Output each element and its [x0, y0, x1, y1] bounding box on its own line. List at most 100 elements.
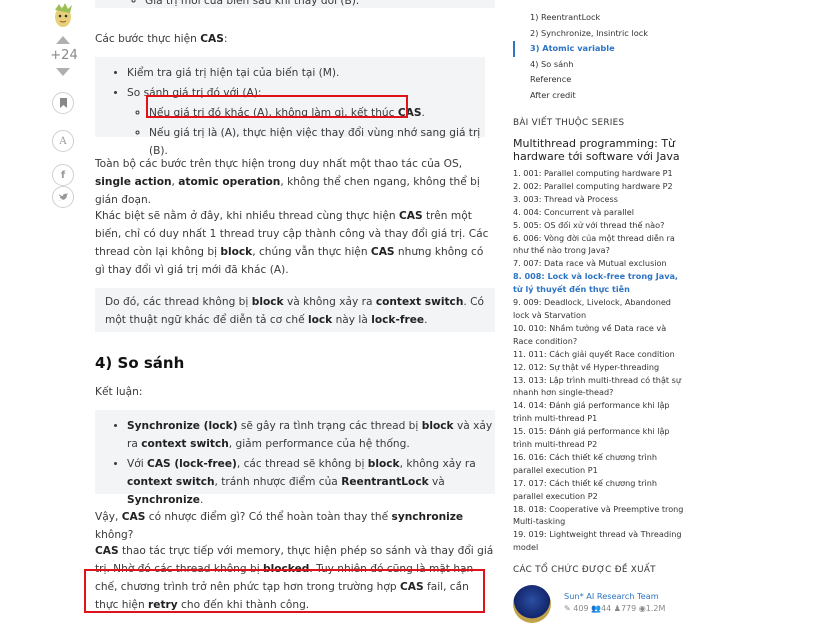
series-item[interactable]: 6. 006: Vòng đời của một thread diễn ra … — [513, 232, 688, 258]
table-of-contents: 1) ReentrantLock 2) Synchronize, Insintri… — [513, 10, 688, 103]
text: Do đó, các thread không bị — [105, 296, 249, 308]
bold-text: context switch — [375, 296, 464, 308]
toc-item[interactable]: 2) Synchronize, Insintric lock — [513, 26, 688, 42]
bold-cas: CAS — [399, 210, 423, 222]
members-count: 44 — [601, 604, 612, 613]
bold-cas: CAS — [121, 511, 146, 523]
share-twitter-button[interactable] — [52, 186, 74, 208]
text: này là — [335, 314, 368, 326]
list-item: Synchronize (lock) sẽ gây ra tình trạng … — [127, 417, 495, 453]
toc-item[interactable]: After credit — [513, 88, 688, 104]
twitter-icon — [58, 192, 68, 200]
text: , chúng vẫn thực hiện — [252, 246, 368, 258]
list-item: Kiểm tra giá trị hiện tại của biến tại (… — [127, 64, 485, 82]
bold-text: lock-free — [371, 314, 425, 326]
font-size-icon: A — [59, 135, 67, 147]
users-icon: 👥 — [591, 604, 602, 613]
bold-text: block — [421, 420, 454, 432]
series-item[interactable]: 19. 019: Lightweight thread và Threading… — [513, 528, 688, 554]
highlight-box — [146, 95, 408, 118]
text: Vậy, — [95, 511, 119, 523]
text: và không xảy ra — [286, 296, 373, 308]
quote-box: Do đó, các thread không bị block và khôn… — [95, 288, 495, 332]
posts-count: 409 — [573, 604, 589, 613]
bold-text: atomic operation — [178, 176, 281, 188]
text: , tránh nhược điểm của — [214, 476, 338, 488]
followers-count: 779 — [620, 604, 637, 613]
share-facebook-button[interactable]: f — [52, 164, 74, 186]
bold-text: context switch — [141, 438, 229, 450]
text: Khác biệt sẽ nằm ở đây, khi nhiều thread… — [95, 210, 396, 222]
list-item: Giá trị mới của biến sau khi thay đổi (B… — [145, 0, 495, 10]
org-card[interactable]: Sun* AI Research Team ✎ 409 👥44 ♟779 ◉1.… — [513, 585, 688, 623]
series-item[interactable]: 3. 003: Thread và Process — [513, 193, 688, 206]
steps-title: Các bước thực hiện CAS: — [95, 33, 228, 45]
toc-item[interactable]: Reference — [513, 72, 688, 88]
bold-text: lock — [307, 314, 333, 326]
series-item[interactable]: 15. 015: Đánh giá performance khi lập tr… — [513, 425, 688, 451]
series-item[interactable]: 17. 017: Cách thiết kế chương trình para… — [513, 477, 688, 503]
bold-cas: CAS — [370, 246, 395, 258]
bookmark-icon — [59, 98, 67, 108]
text: sẽ gây ra tình trạng các thread bị — [240, 420, 419, 432]
bold-text: Synchronize — [127, 494, 200, 506]
upvote-icon[interactable] — [56, 36, 70, 44]
org-stats: ✎ 409 👥44 ♟779 ◉1.2M — [564, 604, 665, 613]
font-size-button[interactable]: A — [52, 130, 74, 152]
bold-cas: CAS — [95, 545, 119, 557]
series-section-title: BÀI VIẾT THUỘC SERIES — [513, 118, 625, 128]
series-item[interactable]: 7. 007: Data race và Mutual exclusion — [513, 257, 688, 270]
series-item[interactable]: 1. 001: Parallel computing hardware P1 — [513, 167, 688, 180]
text: , giảm performance của hệ thống. — [228, 438, 410, 450]
bold-text: block — [220, 246, 253, 258]
bold-cas: CAS — [200, 33, 224, 45]
org-name[interactable]: Sun* AI Research Team — [564, 591, 659, 601]
series-item[interactable]: 4. 004: Concurrent và parallel — [513, 206, 688, 219]
top-quote-box: Giá trị mới của biến sau khi thay đổi (B… — [95, 0, 495, 8]
bold-text: single action — [95, 176, 172, 188]
bold-text: synchronize — [391, 511, 464, 523]
org-logo[interactable] — [513, 585, 551, 623]
series-title[interactable]: Multithread programming: Từ hardware tới… — [513, 137, 683, 163]
toc-item[interactable]: 1) ReentrantLock — [513, 10, 688, 26]
section-heading: 4) So sánh — [95, 354, 185, 372]
pencil-icon: ✎ — [564, 604, 571, 613]
downvote-icon[interactable] — [56, 68, 70, 76]
text: , các thread sẽ không bị — [236, 458, 365, 470]
series-item[interactable]: 2. 002: Parallel computing hardware P2 — [513, 180, 688, 193]
series-item[interactable]: 8. 008: Lock và lock-free trong Java, từ… — [513, 270, 688, 296]
series-item[interactable]: 13. 013: Lập trình multi-thread có thật … — [513, 374, 688, 400]
text: có nhược điểm gì? Có thể hoàn toàn thay … — [148, 511, 389, 523]
text: , không xảy ra — [399, 458, 476, 470]
series-item[interactable]: 16. 016: Cách thiết kế chương trình para… — [513, 451, 688, 477]
article-content: Giá trị mới của biến sau khi thay đổi (B… — [95, 0, 495, 617]
list-item: Với CAS (lock-free), các thread sẽ không… — [127, 455, 495, 509]
views-count: 1.2M — [645, 604, 666, 613]
series-item[interactable]: 14. 014: Đánh giá performance khi lập tr… — [513, 399, 688, 425]
series-item[interactable]: 5. 005: OS đối xử với thread thế nào? — [513, 219, 688, 232]
series-item[interactable]: 11. 011: Cách giải quyết Race condition — [513, 348, 688, 361]
author-avatar[interactable] — [52, 2, 74, 28]
bold-text: Synchronize (lock) — [127, 420, 238, 432]
series-item[interactable]: 9. 009: Deadlock, Livelock, Abandoned lo… — [513, 296, 688, 322]
paragraph: Vậy, CAS có nhược điểm gì? Có thể hoàn t… — [95, 508, 495, 544]
series-item[interactable]: 10. 010: Nhầm tưởng về Data race và Race… — [513, 322, 688, 348]
bold-text: ReentrantLock — [341, 476, 429, 488]
left-rail: +24 A f — [0, 0, 80, 617]
bold-text: CAS (lock-free) — [147, 458, 237, 470]
bold-text: block — [251, 296, 284, 308]
series-item[interactable]: 18. 018: Cooperative và Preemptive trong… — [513, 503, 688, 529]
text: Các bước thực hiện — [95, 33, 197, 45]
highlight-box — [84, 569, 485, 613]
text: Với — [127, 458, 144, 470]
conclusion-label: Kết luận: — [95, 386, 143, 398]
eye-icon: ◉ — [638, 604, 646, 613]
text: không? — [95, 529, 134, 541]
orgs-section-title: CÁC TỔ CHỨC ĐƯỢC ĐỀ XUẤT — [513, 565, 656, 575]
people-icon: ♟ — [613, 604, 621, 613]
series-item[interactable]: 12. 012: Sự thật về Hyper-threading — [513, 361, 688, 374]
toc-item[interactable]: 4) So sánh — [513, 57, 688, 73]
toc-item[interactable]: 3) Atomic variable — [513, 41, 688, 57]
bookmark-button[interactable] — [52, 92, 74, 114]
text: và — [432, 476, 445, 488]
